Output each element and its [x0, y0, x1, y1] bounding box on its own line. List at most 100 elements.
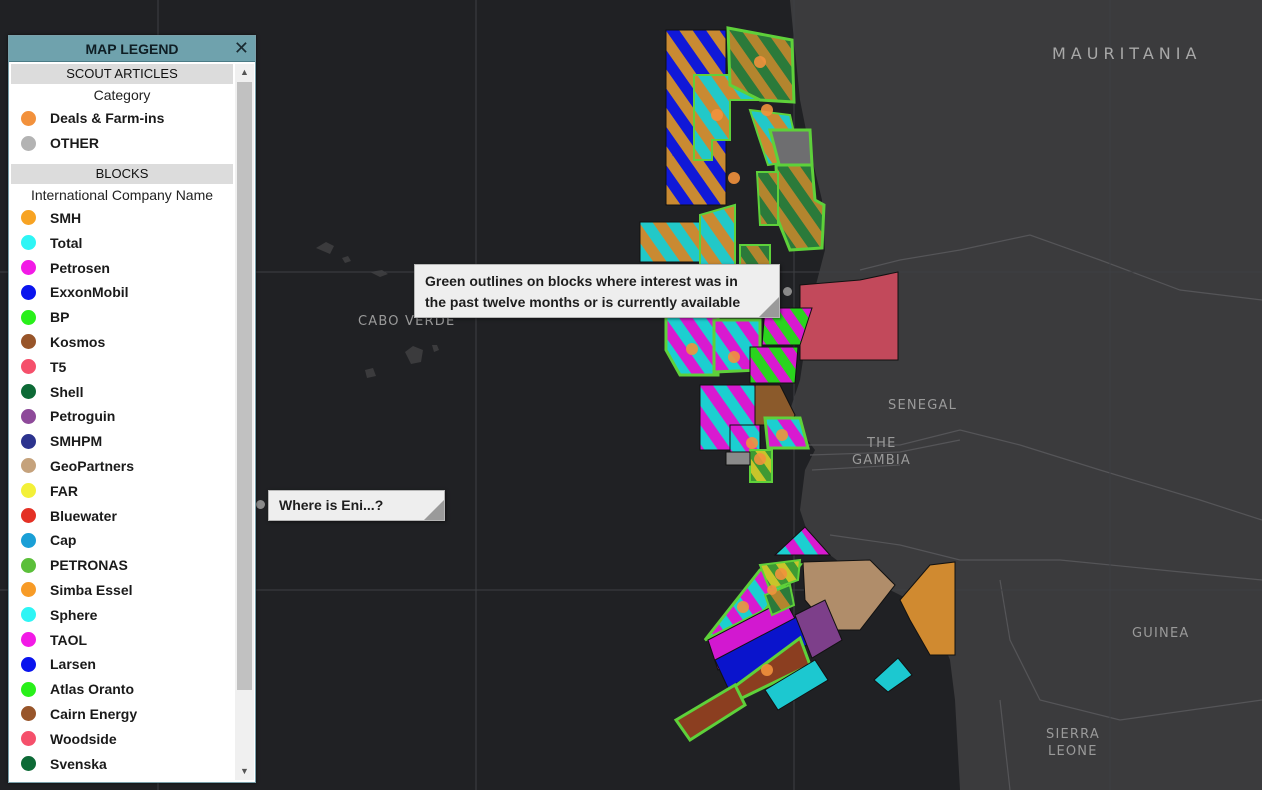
scroll-thumb[interactable] — [237, 82, 252, 690]
block-cairn-2[interactable] — [673, 682, 747, 743]
legend-item-label: Bluewater — [50, 507, 117, 524]
callout-fold — [424, 500, 444, 520]
label-senegal: SENEGAL — [888, 398, 958, 413]
callout-line-1: Green outlines on blocks where interest … — [425, 273, 738, 289]
legend-swatch-icon — [21, 731, 36, 747]
legend-swatch-icon — [21, 508, 36, 524]
article-marker[interactable] — [754, 453, 766, 465]
block-c13[interactable] — [755, 171, 779, 226]
legend-swatch-icon — [21, 607, 36, 623]
block-c17[interactable] — [699, 203, 736, 270]
block-gray[interactable] — [725, 451, 751, 466]
legend-item: Petrosen — [11, 255, 233, 280]
legend-item-label: OTHER — [50, 135, 99, 152]
block-sangomar[interactable] — [749, 346, 799, 384]
legend-item-label: PETRONAS — [50, 557, 128, 574]
legend-swatch-icon — [21, 681, 36, 697]
legend-swatch-icon — [21, 433, 36, 449]
block-c18[interactable] — [739, 244, 771, 266]
legend-item-label: Cairn Energy — [50, 705, 138, 722]
legend-item-label: Larsen — [50, 656, 96, 673]
legend-swatch-icon — [21, 532, 36, 548]
legend-swatch-icon — [21, 632, 36, 648]
article-marker[interactable] — [761, 664, 773, 676]
legend-swatch-icon — [21, 458, 36, 474]
legend-item: PETRONAS — [11, 553, 233, 578]
legend-item-label: Deals & Farm-ins — [50, 110, 165, 127]
legend-item: SMHPM — [11, 429, 233, 454]
legend-item-label: ExxonMobil — [50, 284, 129, 301]
legend-item-label: Woodside — [50, 730, 117, 747]
article-marker[interactable] — [711, 109, 723, 121]
legend-section-blocks: BLOCKS — [11, 163, 233, 184]
legend-item-label: Petrosen — [50, 259, 110, 276]
legend-item-label: Kosmos — [50, 333, 106, 350]
legend-item: Kosmos — [11, 330, 233, 355]
scroll-down-icon[interactable]: ▼ — [235, 763, 254, 780]
close-icon[interactable]: ✕ — [234, 38, 249, 58]
article-marker[interactable] — [728, 351, 740, 363]
block-senegal-onshore[interactable] — [799, 271, 899, 361]
legend-swatch-icon — [21, 557, 36, 573]
article-marker[interactable] — [737, 601, 749, 613]
legend-swatch-icon — [21, 284, 36, 300]
legend-item: Woodside — [11, 726, 233, 751]
legend-item-label: T5 — [50, 358, 67, 375]
legend-scout-list: Deals & Farm-ins OTHER — [11, 106, 233, 156]
label-the: THE — [867, 436, 897, 451]
legend-item-label: GeoPartners — [50, 457, 135, 474]
legend-swatch-icon — [21, 359, 36, 375]
legend-header: MAP LEGEND ✕ — [9, 36, 255, 62]
article-marker[interactable] — [767, 585, 777, 595]
block-c15[interactable] — [639, 221, 701, 263]
legend-item-label: Sphere — [50, 606, 98, 623]
legend-item-label: Svenska — [50, 755, 107, 772]
legend-scrollbar[interactable]: ▲ ▼ — [235, 64, 254, 780]
legend-swatch-icon — [21, 309, 36, 325]
legend-item: Svenska — [11, 751, 233, 776]
legend-item: Cairn Energy — [11, 702, 233, 727]
legend-body[interactable]: SCOUT ARTICLES Category Deals & Farm-ins… — [11, 64, 233, 776]
label-guinea: GUINEA — [1132, 626, 1190, 641]
legend-item: Deals & Farm-ins — [11, 106, 233, 131]
legend-swatch-icon — [21, 656, 36, 672]
map-legend[interactable]: MAP LEGEND ✕ SCOUT ARTICLES Category Dea… — [8, 35, 256, 783]
scroll-up-icon[interactable]: ▲ — [235, 64, 254, 81]
legend-swatch-icon — [21, 408, 36, 424]
legend-item: Shell — [11, 379, 233, 404]
legend-item: OTHER — [11, 131, 233, 156]
callout-eni[interactable]: Where is Eni...? — [268, 490, 445, 521]
legend-subtitle-company: International Company Name — [30, 186, 214, 203]
block-sphere-2[interactable] — [873, 657, 913, 693]
legend-swatch-icon — [21, 483, 36, 499]
legend-item: Petroguin — [11, 404, 233, 429]
legend-swatch-icon — [21, 334, 36, 350]
legend-section-scout: SCOUT ARTICLES — [11, 64, 233, 84]
label-mauritania: MAURITANIA — [1052, 44, 1202, 63]
legend-swatch-icon — [21, 706, 36, 722]
legend-item-label: Cap — [50, 532, 77, 549]
legend-item: Larsen — [11, 652, 233, 677]
legend-item: ExxonMobil — [11, 280, 233, 305]
callout-anchor — [783, 287, 792, 296]
article-marker[interactable] — [728, 172, 740, 184]
legend-item: Bluewater — [11, 503, 233, 528]
legend-swatch-icon — [21, 756, 36, 772]
legend-title: MAP LEGEND — [85, 40, 179, 57]
legend-swatch-icon — [21, 210, 36, 226]
callout-green-outlines[interactable]: Green outlines on blocks where interest … — [414, 264, 780, 318]
article-marker[interactable] — [761, 104, 773, 116]
article-marker[interactable] — [775, 568, 787, 580]
callout-line-2: the past twelve months or is currently a… — [425, 294, 741, 310]
legend-item-label: SMH — [50, 209, 82, 226]
legend-item-label: Shell — [50, 383, 84, 400]
legend-item: Cap — [11, 528, 233, 553]
article-marker[interactable] — [746, 437, 758, 449]
legend-item-label: Simba Essel — [50, 581, 133, 598]
article-marker[interactable] — [776, 429, 788, 441]
legend-item-label: FAR — [50, 482, 78, 499]
legend-swatch-icon — [21, 260, 36, 276]
article-marker[interactable] — [686, 343, 698, 355]
legend-item-label: BP — [50, 309, 70, 326]
article-marker[interactable] — [754, 56, 766, 68]
